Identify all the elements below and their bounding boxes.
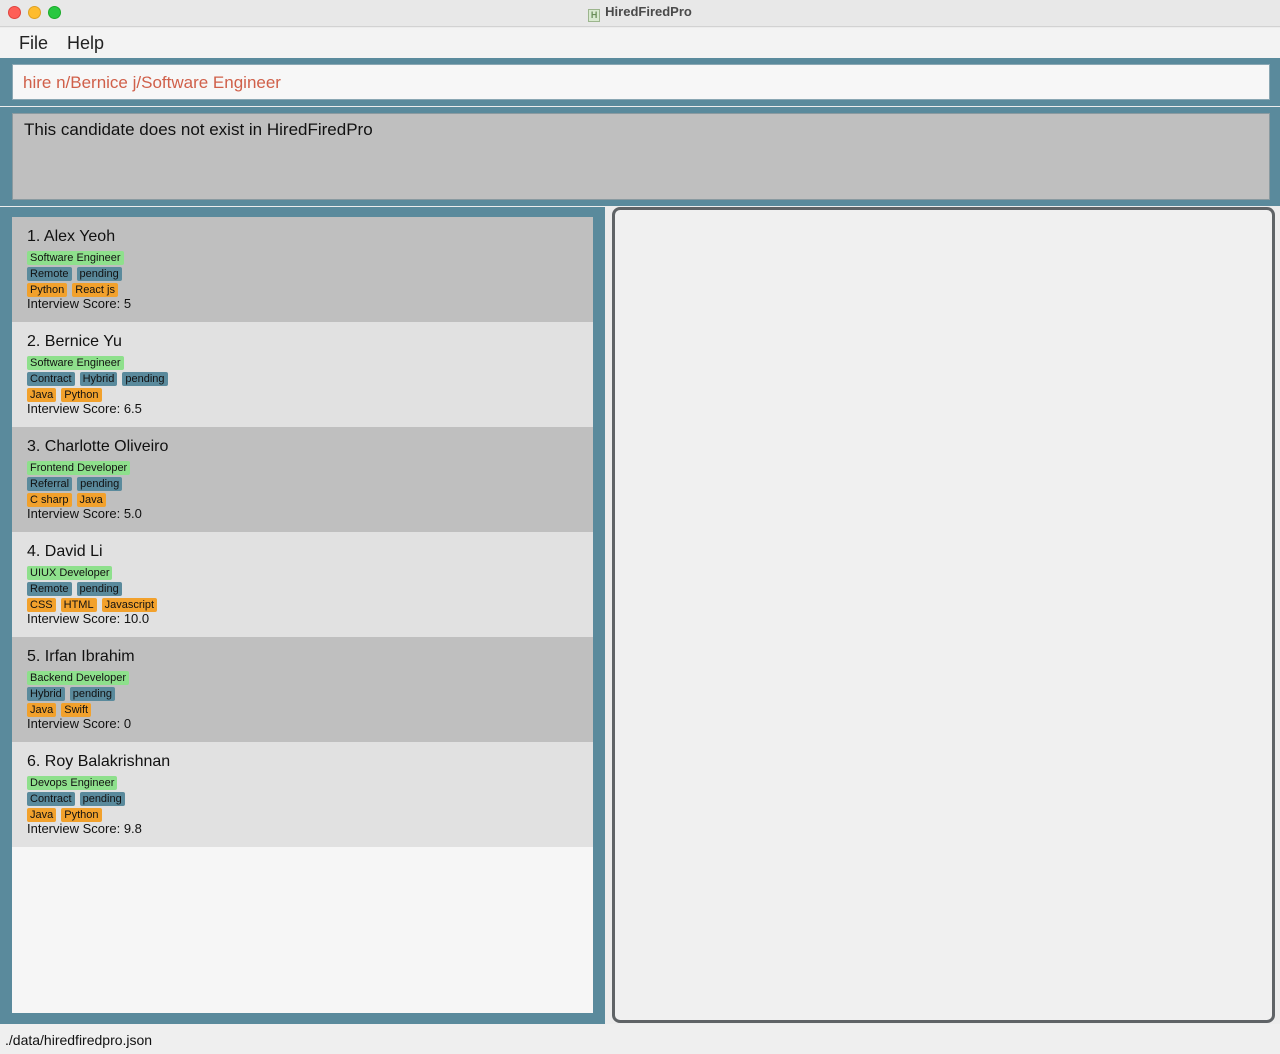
skill-tag-row: Java Python [27,385,107,402]
skill-tag-row: CSS HTML Javascript [27,595,162,612]
skill-tag: Java [27,388,57,402]
status-tag-row: Contract pending [27,789,130,806]
job-tag: Devops Engineer [27,776,118,790]
status-tag-row: Hybrid pending [27,684,120,701]
status-tag-row: Remote pending [27,579,127,596]
menu-help[interactable]: Help [67,33,104,54]
status-tag: pending [76,267,122,281]
candidate-card[interactable]: 3. Charlotte Oliveiro Frontend Developer… [12,427,593,532]
interview-score: Interview Score: 10.0 [27,611,150,626]
job-tag-row: Software Engineer [27,353,129,370]
status-bar: ./data/hiredfiredpro.json [0,1024,1280,1054]
job-tag: Frontend Developer [27,461,131,475]
window-title-wrap: H HiredFiredPro [0,4,1280,22]
candidate-name: 6. Roy Balakrishnan [27,753,171,770]
job-tag-row: Backend Developer [27,668,134,685]
status-tag: pending [76,582,122,596]
candidate-card[interactable]: 1. Alex Yeoh Software Engineer Remote pen… [12,217,593,322]
result-display: This candidate does not exist in HiredFi… [12,113,1270,200]
command-input[interactable]: hire n/Bernice j/Software Engineer [12,64,1270,100]
menu-file[interactable]: File [19,33,48,54]
window-title: HiredFiredPro [605,4,692,19]
data-file-path: ./data/hiredfiredpro.json [5,1032,153,1048]
job-tag-row: Software Engineer [27,248,129,265]
title-bar: H HiredFiredPro [0,0,1280,27]
job-tag-row: Frontend Developer [27,458,135,475]
candidate-name: 3. Charlotte Oliveiro [27,438,169,455]
interview-score: Interview Score: 5.0 [27,506,142,521]
job-tag: Software Engineer [27,251,124,265]
skill-tag: Python [61,808,102,822]
skill-tag: Java [76,493,106,507]
candidate-name: 5. Irfan Ibrahim [27,648,135,665]
job-tag-row: UIUX Developer [27,563,117,580]
interview-score: Interview Score: 5 [27,296,132,311]
status-tag-row: Contract Hybrid pending [27,369,173,386]
status-tag: Referral [27,477,73,491]
skill-tag: CSS [27,598,56,612]
skill-tag-row: Java Python [27,805,107,822]
status-tag: Contract [27,372,75,386]
interview-score: Interview Score: 9.8 [27,821,142,836]
skill-tag-row: Java Swift [27,700,96,717]
skill-tag: Python [27,283,68,297]
skill-tag: Python [61,388,102,402]
skill-tag: React js [72,283,118,297]
skill-tag: Javascript [101,598,158,612]
candidate-card[interactable]: 5. Irfan Ibrahim Backend Developer Hybri… [12,637,593,742]
status-tag: pending [122,372,168,386]
command-input-text[interactable]: hire n/Bernice j/Software Engineer [23,73,281,93]
candidate-list[interactable]: 1. Alex Yeoh Software Engineer Remote pen… [12,217,593,1013]
status-tag: Hybrid [27,687,65,701]
status-tag: Contract [27,792,75,806]
skill-tag-row: Python React js [27,280,123,297]
skill-tag: Java [27,703,57,717]
status-tag-row: Referral pending [27,474,127,491]
skill-tag: HTML [60,598,97,612]
status-tag: Remote [27,267,72,281]
candidate-card[interactable]: 6. Roy Balakrishnan Devops Engineer Cont… [12,742,593,847]
status-tag: pending [69,687,115,701]
status-tag: Hybrid [79,372,118,386]
interview-score: Interview Score: 6.5 [27,401,142,416]
skill-tag: Java [27,808,57,822]
status-tag-row: Remote pending [27,264,127,281]
skill-tag: Swift [61,703,92,717]
skill-tag: C sharp [27,493,72,507]
interview-score: Interview Score: 0 [27,716,132,731]
job-tag-row: Devops Engineer [27,773,122,790]
candidate-detail-panel [612,207,1275,1023]
result-message: This candidate does not exist in HiredFi… [24,120,373,139]
job-tag: Software Engineer [27,356,124,370]
status-tag: Remote [27,582,72,596]
candidate-name: 2. Bernice Yu [27,333,122,350]
app-icon: H [588,9,601,22]
job-tag: UIUX Developer [27,566,113,580]
candidate-card[interactable]: 4. David Li UIUX Developer Remote pending… [12,532,593,637]
status-tag: pending [77,477,123,491]
candidate-name: 4. David Li [27,543,103,560]
candidate-name: 1. Alex Yeoh [27,228,116,245]
skill-tag-row: C sharp Java [27,490,111,507]
job-tag: Backend Developer [27,671,130,685]
menu-bar: File Help [0,28,1280,58]
candidate-card[interactable]: 2. Bernice Yu Software Engineer Contract… [12,322,593,427]
status-tag: pending [79,792,125,806]
